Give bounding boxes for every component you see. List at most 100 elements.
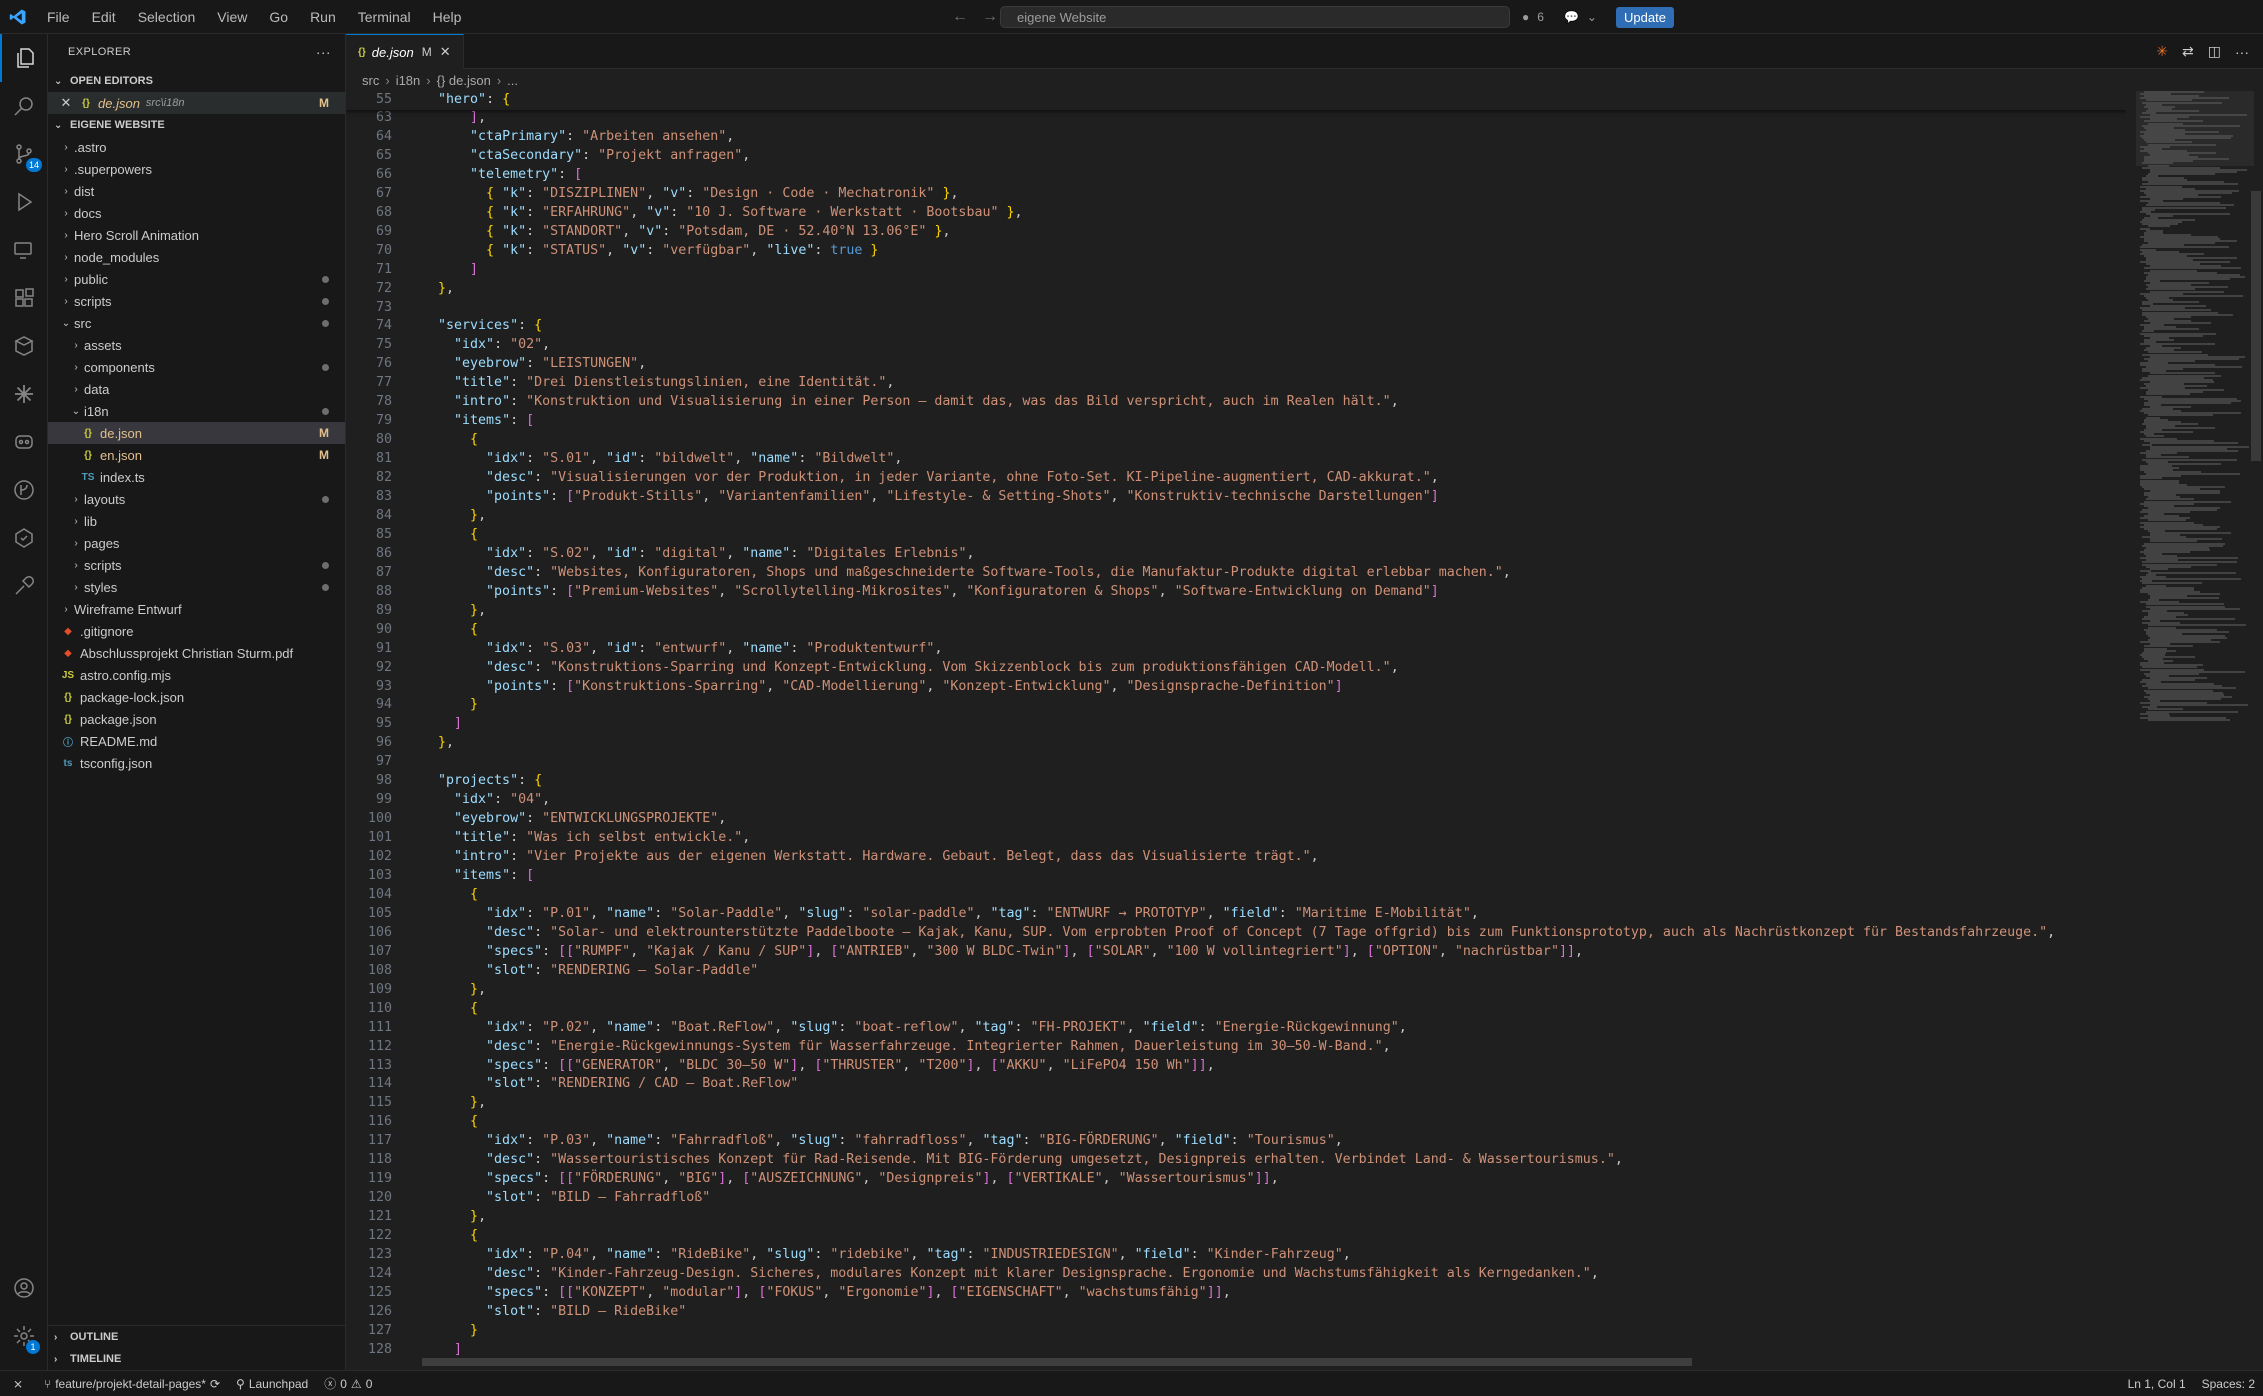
code-line[interactable]: 97 bbox=[346, 753, 2126, 772]
branch-status[interactable]: ⑂ feature/projekt-detail-pages* ⟳ bbox=[36, 1377, 228, 1391]
minimap[interactable] bbox=[2136, 91, 2254, 1396]
tree-file[interactable]: ⓘ README.md bbox=[48, 730, 345, 752]
tree-file[interactable]: ts tsconfig.json bbox=[48, 752, 345, 774]
tree-file[interactable]: TS index.ts bbox=[48, 466, 345, 488]
tree-file[interactable]: ◆ .gitignore bbox=[48, 620, 345, 642]
code-line[interactable]: 101 "title": "Was ich selbst entwickle."… bbox=[346, 829, 2126, 848]
claude-icon[interactable] bbox=[0, 370, 48, 418]
code-line[interactable]: 120 "slot": "BILD — Fahrradfloß" bbox=[346, 1189, 2126, 1208]
code-line[interactable]: 117 "idx": "P.03", "name": "Fahrradfloß"… bbox=[346, 1132, 2126, 1151]
more-actions-icon[interactable]: ··· bbox=[2235, 44, 2249, 60]
menu-selection[interactable]: Selection bbox=[127, 0, 207, 34]
tree-file[interactable]: JS astro.config.mjs bbox=[48, 664, 345, 686]
more-actions-icon[interactable]: ··· bbox=[316, 44, 331, 60]
cursor-position[interactable]: Ln 1, Col 1 bbox=[2120, 1377, 2194, 1391]
menu-edit[interactable]: Edit bbox=[81, 0, 127, 34]
tab-de-json[interactable]: {} de.json M ✕ bbox=[346, 34, 464, 69]
split-editor-icon[interactable]: ◫ bbox=[2208, 43, 2221, 60]
tree-folder[interactable]: › .superpowers bbox=[48, 158, 345, 180]
code-line[interactable]: 113 "specs": [["GENERATOR", "BLDC 30–50 … bbox=[346, 1057, 2126, 1076]
code-line[interactable]: 99 "idx": "04", bbox=[346, 791, 2126, 810]
code-line[interactable]: 100 "eyebrow": "ENTWICKLUNGSPROJEKTE", bbox=[346, 810, 2126, 829]
tree-folder[interactable]: › scripts bbox=[48, 290, 345, 312]
git-graph-icon[interactable] bbox=[0, 466, 48, 514]
code-line[interactable]: 104 { bbox=[346, 886, 2126, 905]
tree-folder[interactable]: › dist bbox=[48, 180, 345, 202]
copilot-icon[interactable] bbox=[0, 418, 48, 466]
chat-icon[interactable]: 💬 bbox=[1564, 10, 1579, 24]
tree-folder[interactable]: › components bbox=[48, 356, 345, 378]
code-line[interactable]: 91 "idx": "S.03", "id": "entwurf", "name… bbox=[346, 640, 2126, 659]
code-line[interactable]: 121 }, bbox=[346, 1208, 2126, 1227]
code-line[interactable]: 106 "desc": "Solar- und elektrounterstüt… bbox=[346, 924, 2126, 943]
code-line[interactable]: 67 { "k": "DISZIPLINEN", "v": "Design · … bbox=[346, 185, 2126, 204]
code-line[interactable]: 115 }, bbox=[346, 1094, 2126, 1113]
code-line[interactable]: 74 "services": { bbox=[346, 317, 2126, 336]
code-line[interactable]: 89 }, bbox=[346, 602, 2126, 621]
code-line[interactable]: 90 { bbox=[346, 621, 2126, 640]
breadcrumb-src[interactable]: src bbox=[362, 73, 379, 88]
code-line[interactable]: 81 "idx": "S.01", "id": "bildwelt", "nam… bbox=[346, 450, 2126, 469]
code-line[interactable]: 105 "idx": "P.01", "name": "Solar-Paddle… bbox=[346, 905, 2126, 924]
explorer-icon[interactable] bbox=[0, 34, 48, 82]
tree-folder[interactable]: › docs bbox=[48, 202, 345, 224]
copilot-status[interactable]: ● 6 💬 ⌄ bbox=[1522, 0, 1597, 34]
chevron-down-icon[interactable]: ⌄ bbox=[1587, 10, 1597, 24]
search-icon[interactable] bbox=[0, 82, 48, 130]
code-line[interactable]: 126 "slot": "BILD — RideBike" bbox=[346, 1303, 2126, 1322]
open-editors-section[interactable]: ⌄ OPEN EDITORS bbox=[48, 70, 345, 92]
code-line[interactable]: 82 "desc": "Visualisierungen vor der Pro… bbox=[346, 469, 2126, 488]
code-editor[interactable]: 55 "hero": {63 ], 64 "ctaPrimary": "Arbei… bbox=[346, 91, 2126, 1396]
code-line[interactable]: 76 "eyebrow": "LEISTUNGEN", bbox=[346, 355, 2126, 374]
code-line[interactable]: 122 { bbox=[346, 1227, 2126, 1246]
code-line[interactable]: 92 "desc": "Konstruktions-Sparring und K… bbox=[346, 659, 2126, 678]
code-line[interactable]: 98 "projects": { bbox=[346, 772, 2126, 791]
claude-spark-icon[interactable]: ✳ bbox=[2156, 43, 2168, 60]
tree-folder[interactable]: › assets bbox=[48, 334, 345, 356]
code-line[interactable]: 80 { bbox=[346, 431, 2126, 450]
scrollbar-thumb[interactable] bbox=[2251, 191, 2261, 461]
tree-folder[interactable]: ⌄ i18n bbox=[48, 400, 345, 422]
breadcrumb-file[interactable]: {} de.json bbox=[437, 73, 491, 88]
menu-run[interactable]: Run bbox=[299, 0, 347, 34]
code-line[interactable]: 75 "idx": "02", bbox=[346, 336, 2126, 355]
code-line[interactable]: 86 "idx": "S.02", "id": "digital", "name… bbox=[346, 545, 2126, 564]
code-line[interactable]: 108 "slot": "RENDERING — Solar-Paddle" bbox=[346, 962, 2126, 981]
tree-folder[interactable]: › .astro bbox=[48, 136, 345, 158]
code-line[interactable]: 94 } bbox=[346, 696, 2126, 715]
menu-terminal[interactable]: Terminal bbox=[347, 0, 422, 34]
tree-file[interactable]: {} package-lock.json bbox=[48, 686, 345, 708]
code-line[interactable]: 88 "points": ["Premium-Websites", "Scrol… bbox=[346, 583, 2126, 602]
problems-status[interactable]: ⓧ 0 ⚠ 0 bbox=[316, 1375, 380, 1392]
tree-file[interactable]: {} package.json bbox=[48, 708, 345, 730]
code-line[interactable]: 107 "specs": [["RUMPF", "Kajak / Kanu / … bbox=[346, 943, 2126, 962]
code-line[interactable]: 69 { "k": "STANDORT", "v": "Potsdam, DE … bbox=[346, 223, 2126, 242]
launchpad-status[interactable]: ⚲ Launchpad bbox=[228, 1377, 316, 1391]
outline-section[interactable]: › OUTLINE bbox=[48, 1326, 345, 1348]
tree-folder[interactable]: › data bbox=[48, 378, 345, 400]
source-control-icon[interactable]: 14 bbox=[0, 130, 48, 178]
code-line[interactable]: 116 { bbox=[346, 1113, 2126, 1132]
code-line[interactable]: 95 ] bbox=[346, 715, 2126, 734]
code-line[interactable]: 79 "items": [ bbox=[346, 412, 2126, 431]
open-changes-icon[interactable]: ⇄ bbox=[2182, 43, 2194, 60]
code-line[interactable]: 103 "items": [ bbox=[346, 867, 2126, 886]
run-debug-icon[interactable] bbox=[0, 178, 48, 226]
menu-view[interactable]: View bbox=[206, 0, 258, 34]
code-line[interactable]: 84 }, bbox=[346, 507, 2126, 526]
menu-help[interactable]: Help bbox=[422, 0, 473, 34]
code-line[interactable]: 102 "intro": "Vier Projekte aus der eige… bbox=[346, 848, 2126, 867]
remote-explorer-icon[interactable] bbox=[0, 226, 48, 274]
vertical-scrollbar[interactable] bbox=[2249, 91, 2263, 1396]
manage-gear-icon[interactable]: 1 bbox=[0, 1312, 48, 1360]
tree-folder[interactable]: › scripts bbox=[48, 554, 345, 576]
code-line[interactable]: 128 ] bbox=[346, 1341, 2126, 1360]
code-line[interactable]: 109 }, bbox=[346, 981, 2126, 1000]
tree-file[interactable]: {} de.json M bbox=[48, 422, 345, 444]
code-line[interactable]: 64 "ctaPrimary": "Arbeiten ansehen", bbox=[346, 128, 2126, 147]
testing-icon[interactable] bbox=[0, 514, 48, 562]
breadcrumb-i18n[interactable]: i18n bbox=[396, 73, 421, 88]
sticky-scroll-line[interactable]: 55 "hero": { bbox=[346, 91, 2126, 110]
code-line[interactable]: 123 "idx": "P.04", "name": "RideBike", "… bbox=[346, 1246, 2126, 1265]
timeline-section[interactable]: › TIMELINE bbox=[48, 1348, 345, 1370]
